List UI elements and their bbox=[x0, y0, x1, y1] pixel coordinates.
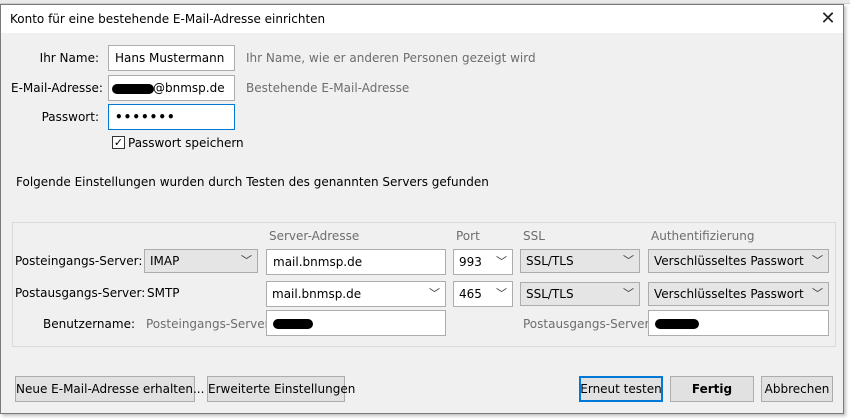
email-hint: Bestehende E-Mail-Adresse bbox=[246, 81, 410, 95]
close-icon[interactable]: ✕ bbox=[816, 8, 840, 30]
incoming-ssl-select[interactable]: SSL/TLS ﹀ bbox=[520, 249, 640, 273]
outgoing-server-label: Postausgangs-Server: bbox=[15, 286, 146, 300]
name-hint: Ihr Name, wie er anderen Personen gezeig… bbox=[246, 51, 536, 65]
advanced-settings-button[interactable]: Erweiterte Einstellungen bbox=[207, 376, 355, 402]
username-incoming-input[interactable] bbox=[266, 310, 446, 336]
password-input[interactable]: ••••••• bbox=[108, 104, 235, 130]
password-label: Passwort: bbox=[41, 110, 99, 124]
chevron-down-icon: ﹀ bbox=[496, 255, 507, 268]
chevron-down-icon: ﹀ bbox=[623, 287, 634, 300]
incoming-address-input[interactable]: mail.bnmsp.de bbox=[266, 249, 446, 275]
retest-button[interactable]: Erneut testen bbox=[579, 376, 663, 402]
incoming-auth-value: Verschlüsseltes Passwort bbox=[654, 254, 804, 268]
chevron-down-icon: ﹀ bbox=[623, 254, 634, 267]
outgoing-port-value: 465 bbox=[459, 287, 482, 301]
column-header-address: Server-Adresse bbox=[269, 229, 360, 243]
new-email-address-button[interactable]: Neue E-Mail-Adresse erhalten... bbox=[15, 376, 204, 402]
incoming-auth-select[interactable]: Verschlüsseltes Passwort ﹀ bbox=[648, 249, 829, 273]
dialog-window: Konto für eine bestehende E-Mail-Adresse… bbox=[0, 4, 844, 414]
name-label: Ihr Name: bbox=[39, 51, 99, 65]
incoming-ssl-value: SSL/TLS bbox=[526, 254, 574, 268]
email-input[interactable]: @bnmsp.de bbox=[108, 75, 235, 101]
outgoing-port-select[interactable]: 465 ﹀ bbox=[453, 281, 513, 307]
title-bar: Konto für eine bestehende E-Mail-Adresse… bbox=[1, 5, 843, 33]
redacted-mark bbox=[112, 84, 154, 94]
incoming-server-label: Posteingangs-Server: bbox=[15, 254, 143, 268]
email-value: @bnmsp.de bbox=[153, 81, 225, 95]
column-header-port: Port bbox=[456, 229, 480, 243]
cancel-button[interactable]: Abbrechen bbox=[761, 376, 833, 402]
outgoing-ssl-value: SSL/TLS bbox=[526, 287, 574, 301]
email-label: E-Mail-Adresse: bbox=[11, 81, 103, 95]
column-header-ssl: SSL bbox=[523, 229, 545, 243]
outgoing-ssl-select[interactable]: SSL/TLS ﹀ bbox=[520, 282, 640, 306]
status-text: Folgende Einstellungen wurden durch Test… bbox=[16, 175, 489, 189]
username-outgoing-label: Postausgangs-Server: bbox=[523, 317, 654, 331]
username-outgoing-input[interactable] bbox=[648, 310, 829, 336]
incoming-port-select[interactable]: 993 ﹀ bbox=[453, 249, 513, 275]
checkmark-icon: ✓ bbox=[112, 136, 125, 149]
incoming-port-value: 993 bbox=[459, 255, 482, 269]
chevron-down-icon: ﹀ bbox=[496, 287, 507, 300]
outgoing-auth-value: Verschlüsseltes Passwort bbox=[654, 287, 804, 301]
name-input[interactable]: Hans Mustermann bbox=[108, 45, 235, 71]
username-incoming-label: Posteingangs-Server: bbox=[146, 317, 274, 331]
username-label: Benutzername: bbox=[42, 317, 135, 331]
chevron-down-icon: ﹀ bbox=[812, 287, 823, 300]
incoming-protocol-select[interactable]: IMAP ﹀ bbox=[144, 249, 258, 273]
done-button[interactable]: Fertig bbox=[670, 376, 754, 402]
chevron-down-icon: ﹀ bbox=[241, 254, 252, 267]
redacted-mark bbox=[273, 319, 313, 329]
outgoing-protocol: SMTP bbox=[147, 286, 180, 300]
incoming-protocol-value: IMAP bbox=[150, 254, 180, 268]
outgoing-address-value: mail.bnmsp.de bbox=[272, 287, 362, 301]
column-header-auth: Authentifizierung bbox=[651, 229, 755, 243]
window-title: Konto für eine bestehende E-Mail-Adresse… bbox=[10, 12, 326, 26]
chevron-down-icon: ﹀ bbox=[812, 254, 823, 267]
remember-password-label: Passwort speichern bbox=[128, 136, 244, 150]
outgoing-address-combobox[interactable]: mail.bnmsp.de ﹀ bbox=[266, 281, 446, 307]
redacted-mark bbox=[655, 319, 699, 329]
chevron-down-icon: ﹀ bbox=[429, 287, 440, 300]
outgoing-auth-select[interactable]: Verschlüsseltes Passwort ﹀ bbox=[648, 282, 829, 306]
